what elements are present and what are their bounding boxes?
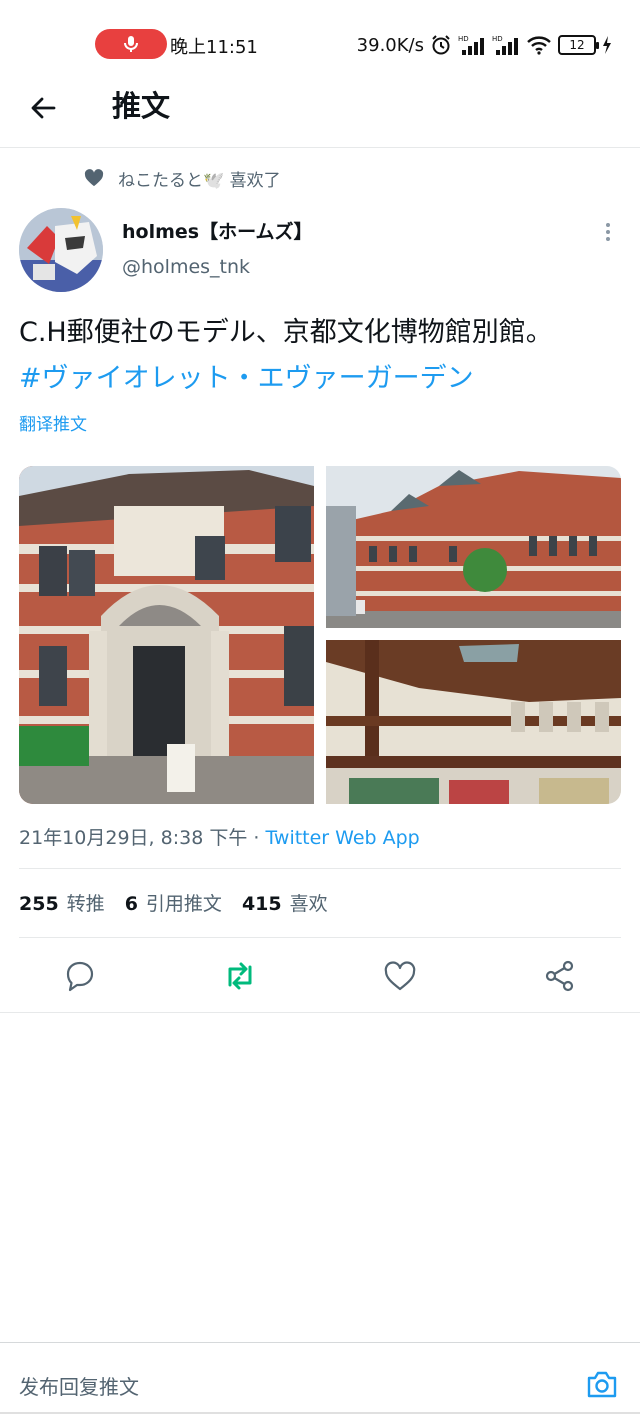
camera-icon[interactable]: [585, 1367, 619, 1401]
retweets-count: 255: [19, 893, 59, 915]
tweet-body: C.H郵便社のモデル、京都文化博物館別館。 #ヴァイオレット・エヴァーガーデン: [19, 310, 629, 402]
retweets-label: 转推: [66, 893, 105, 915]
more-options-icon[interactable]: [596, 220, 620, 244]
reply-composer[interactable]: 发布回复推文: [0, 1342, 640, 1422]
gesture-bar: [0, 1412, 640, 1414]
tweet-timestamp[interactable]: 21年10月29日, 8:38 下午 ·: [19, 827, 265, 849]
svg-text:HD: HD: [492, 35, 503, 43]
share-icon[interactable]: [542, 958, 578, 994]
microphone-icon: [124, 36, 138, 52]
battery-icon: 12: [558, 35, 599, 55]
signal-hd-icon: HD: [458, 35, 484, 55]
alarm-icon: [432, 35, 450, 55]
tweet-source[interactable]: Twitter Web App: [265, 827, 419, 849]
back-arrow-icon[interactable]: [28, 92, 60, 124]
hashtag-link[interactable]: #ヴァイオレット・エヴァーガーデン: [19, 356, 629, 402]
author-handle[interactable]: @holmes_tnk: [122, 256, 250, 278]
charging-icon: [603, 36, 611, 54]
divider: [19, 868, 621, 869]
photo-interior-hall: [326, 640, 621, 804]
photo-building-entrance: [19, 466, 314, 804]
svg-text:HD: HD: [458, 35, 469, 43]
battery-level: 12: [569, 38, 585, 52]
section-divider: [0, 1012, 640, 1013]
author-name[interactable]: holmes【ホームズ】: [122, 217, 313, 244]
status-icons: 39.0K/s HD HD 12: [357, 32, 612, 58]
app-header: 推文: [0, 88, 640, 148]
liked-by-text: ねこたると🕊️ 喜欢了: [118, 170, 281, 191]
status-time: 晚上11:51: [170, 37, 258, 58]
wifi-icon: [527, 36, 551, 55]
network-speed: 39.0K/s: [356, 34, 424, 56]
tweet-actions: [0, 950, 640, 1002]
recording-indicator[interactable]: [95, 29, 167, 59]
likes-count: 415: [241, 893, 282, 915]
translate-tweet-link[interactable]: 翻译推文: [19, 410, 87, 435]
divider: [19, 937, 621, 938]
tweet-text: C.H郵便社のモデル、京都文化博物館別館。: [19, 317, 553, 348]
like-heart-icon[interactable]: [382, 958, 418, 994]
tweet-stats: 255 转推 6 引用推文 415 喜欢: [19, 889, 328, 916]
social-context[interactable]: ねこたると🕊️ 喜欢了: [84, 165, 281, 191]
avatar-image: [19, 208, 103, 292]
reply-icon[interactable]: [62, 958, 98, 994]
likes-stat[interactable]: 415 喜欢: [242, 889, 328, 916]
media-grid: [19, 466, 621, 804]
retweets-stat[interactable]: 255 转推: [19, 889, 105, 916]
quotes-label: 引用推文: [145, 893, 222, 915]
avatar[interactable]: [19, 208, 103, 292]
media-photos: [19, 466, 621, 804]
heart-filled-icon: [84, 169, 104, 187]
likes-label: 喜欢: [289, 893, 328, 915]
photo-building-exterior: [326, 466, 621, 628]
tweet-meta: 21年10月29日, 8:38 下午 · Twitter Web App: [19, 823, 420, 850]
quotes-stat[interactable]: 6 引用推文: [125, 889, 222, 916]
signal-hd-icon-2: HD: [492, 35, 518, 55]
reply-input[interactable]: 发布回复推文: [19, 1371, 139, 1400]
status-bar: 晚上11:51 39.0K/s HD HD 12: [0, 0, 640, 88]
page-title: 推文: [112, 89, 171, 123]
quotes-count: 6: [124, 893, 138, 915]
retweet-icon[interactable]: [222, 958, 258, 994]
